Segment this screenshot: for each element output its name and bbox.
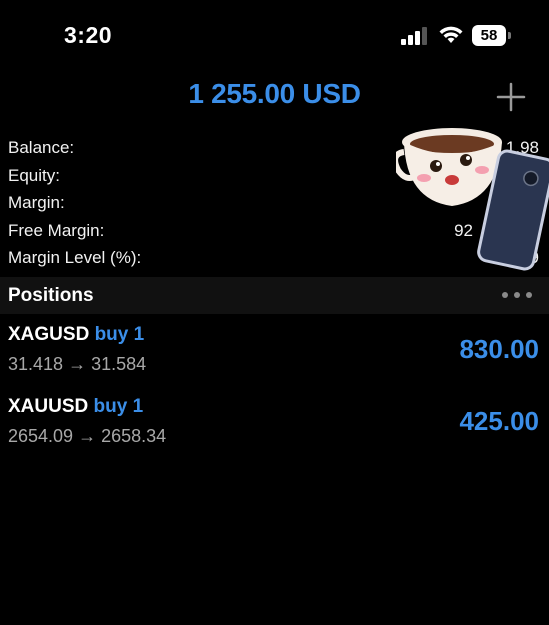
summary-value: 1.98: [505, 138, 539, 157]
position-row-xauusd[interactable]: XAUUSD buy 1 2654.09 → 2658.34 425.00: [0, 390, 549, 460]
summary-label: Margin:: [8, 193, 65, 212]
position-profit: 830.00: [459, 334, 539, 364]
positions-title: Positions: [8, 285, 94, 306]
summary-value: 92: [454, 220, 473, 240]
plus-icon[interactable]: [494, 80, 528, 114]
summary-row-margin-level: Margin Level (%): .09: [0, 244, 549, 272]
status-time: 3:20: [64, 22, 113, 48]
arrow-icon: →: [78, 426, 97, 446]
open-price: 31.418: [8, 354, 64, 374]
summary-row-balance: Balance: 1.98: [0, 134, 549, 162]
cellular-signal-icon: [401, 27, 427, 45]
summary-label: Margin Level (%):: [8, 248, 142, 267]
position-title: XAUUSD buy 1: [8, 396, 143, 418]
wifi-icon: [439, 26, 463, 43]
battery-icon: 58: [472, 25, 512, 46]
current-price: 2658.34: [101, 426, 167, 446]
positions-section-header: Positions: [0, 277, 549, 314]
position-symbol: XAUUSD: [8, 396, 89, 417]
current-price: 31.584: [91, 354, 147, 374]
account-balance-title: 1 255.00 USD: [188, 78, 361, 109]
more-dots-icon[interactable]: [500, 287, 534, 303]
position-title: XAGUSD buy 1: [8, 324, 144, 346]
position-prices: 31.418 → 31.584: [8, 354, 146, 375]
position-profit: 425.00: [459, 406, 539, 436]
position-prices: 2654.09 → 2658.34: [8, 426, 166, 447]
position-symbol: XAGUSD: [8, 324, 90, 345]
position-row-xagusd[interactable]: XAGUSD buy 1 31.418 → 31.584 830.00: [0, 318, 549, 388]
position-side: buy 1: [94, 324, 145, 345]
battery-cap: [508, 32, 511, 39]
summary-label: Balance:: [8, 138, 75, 157]
summary-row-margin: Margin:: [0, 189, 549, 217]
summary-row-free-margin: Free Margin: 92: [0, 217, 549, 245]
status-bar: 3:20 58: [0, 0, 549, 70]
summary-label: Free Margin:: [8, 220, 105, 240]
account-summary: Balance: 1.98 Equity: Margin: Free Margi…: [0, 134, 549, 272]
summary-label: Equity:: [8, 165, 60, 185]
summary-value: .09: [515, 248, 539, 267]
arrow-icon: →: [68, 354, 87, 374]
summary-row-equity: Equity:: [0, 162, 549, 190]
position-side: buy 1: [93, 396, 144, 417]
battery-level: 58: [472, 25, 506, 46]
open-price: 2654.09: [8, 426, 74, 446]
